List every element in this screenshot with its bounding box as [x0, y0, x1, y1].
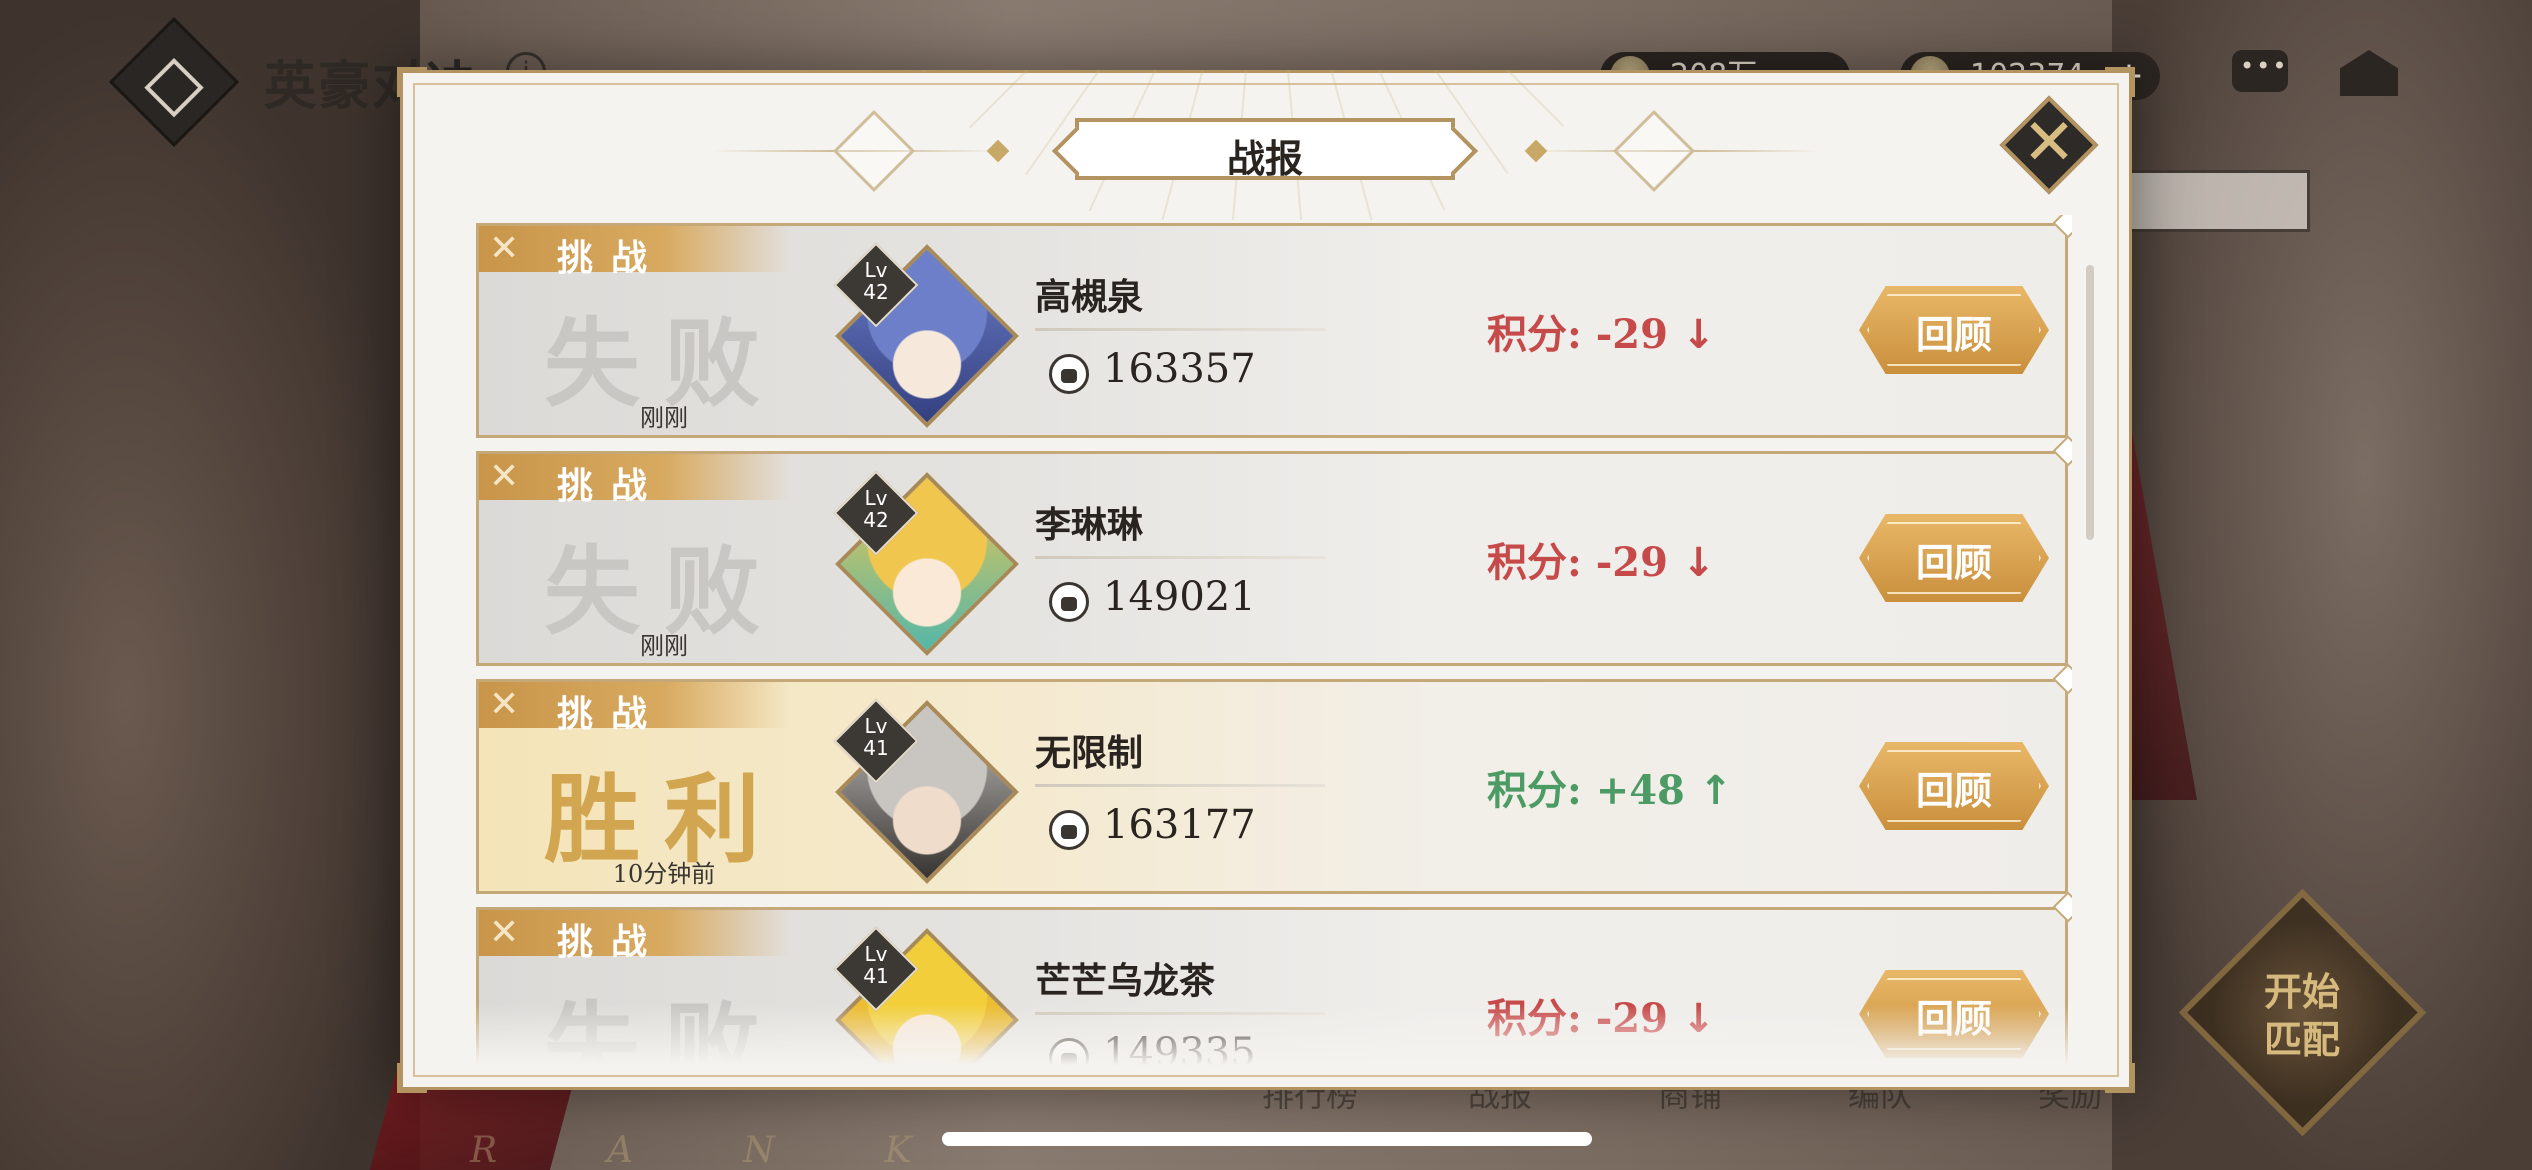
battle-time: 刚刚 [640, 632, 688, 660]
frame-corner [397, 1063, 427, 1093]
review-button[interactable]: 回顾 [1859, 742, 2049, 830]
opponent-power: 149021 [1103, 574, 1256, 620]
modal-title-plate: 战报 [1075, 118, 1455, 181]
review-button[interactable]: 回顾 [1859, 514, 2049, 602]
battle-type-label: 挑战 [557, 921, 666, 963]
opponent-avatar[interactable]: Lv 42 [833, 470, 1019, 656]
battle-type-label: 挑战 [557, 237, 666, 279]
score-arrow-icon: ↓ [1681, 996, 1716, 1042]
battle-row: ✕ 挑战 胜利 10分钟前 Lv 41 无限制 163177 积分: +48 ↑ … [476, 679, 2068, 894]
divider [1035, 784, 1325, 787]
level-text: Lv 41 [863, 714, 889, 760]
opponent-name: 无限制 [1035, 732, 1144, 774]
divider [1035, 1012, 1325, 1015]
battle-row: ✕ 挑战 失败 刚刚 Lv 42 高槻泉 163357 积分: -29 ↓ 回顾 [476, 223, 2068, 438]
opponent-name: 高槻泉 [1035, 276, 1144, 318]
review-button-label: 回顾 [1915, 996, 1992, 1041]
level-text: Lv 42 [863, 258, 889, 304]
battle-row: ✕ 挑战 失败 刚刚 Lv 42 李琳琳 149021 积分: -29 ↓ 回顾 [476, 451, 2068, 666]
header-ray [921, 70, 1268, 73]
battle-type-label: 挑战 [557, 465, 666, 507]
rank-watermark: RANK [470, 1130, 1022, 1170]
background-left [0, 0, 420, 1170]
score-change: 积分: -29 ↓ [1487, 995, 1716, 1042]
divider [1035, 556, 1325, 559]
chat-icon[interactable] [2232, 50, 2288, 92]
opponent-avatar[interactable]: Lv 41 [833, 698, 1019, 884]
opponent-name: 芒芒乌龙茶 [1035, 960, 1216, 1002]
battle-type-tag: ✕ 挑战 [479, 454, 789, 507]
opponent-avatar[interactable]: Lv 41 [833, 926, 1019, 1065]
score-arrow-icon: ↓ [1681, 540, 1716, 586]
score-change: 积分: -29 ↓ [1487, 311, 1716, 358]
score-arrow-icon: ↑ [1698, 768, 1733, 814]
opponent-name: 李琳琳 [1035, 504, 1144, 546]
frame-corner [2105, 1063, 2135, 1093]
score-arrow-icon: ↓ [1681, 312, 1716, 358]
battle-time: 10分钟前 [612, 860, 716, 888]
score-change: 积分: -29 ↓ [1487, 539, 1716, 586]
crossed-swords-icon: ✕ [489, 912, 520, 953]
opponent-avatar[interactable]: Lv 42 [833, 242, 1019, 428]
battle-list[interactable]: ✕ 挑战 失败 刚刚 Lv 42 高槻泉 163357 积分: -29 ↓ 回顾 … [466, 215, 2072, 1065]
crossed-swords-icon: ✕ [489, 684, 520, 725]
header-ray [1266, 70, 1612, 71]
battle-type-label: 挑战 [557, 693, 666, 735]
opponent-power: 149335 [1103, 1030, 1256, 1065]
review-button[interactable]: 回顾 [1859, 286, 2049, 374]
home-indicator[interactable] [942, 1132, 1592, 1146]
level-text: Lv 42 [863, 486, 889, 532]
battle-row: ✕ 挑战 失败 Lv 41 芒芒乌龙茶 149335 积分: -29 ↓ 回顾 [476, 907, 2068, 1065]
battle-time: 刚刚 [640, 404, 688, 432]
level-text: Lv 41 [863, 942, 889, 988]
divider [1035, 328, 1325, 331]
start-match-label: 开始匹配 [2263, 969, 2340, 1062]
opponent-power: 163357 [1103, 346, 1256, 392]
power-icon [1049, 582, 1089, 622]
battle-result: 失败 [544, 991, 784, 1065]
battle-type-tag: ✕ 挑战 [479, 910, 789, 963]
modal-title: 战报 [1226, 136, 1303, 181]
crossed-swords-icon: ✕ [489, 228, 520, 269]
review-button-label: 回顾 [1915, 312, 1992, 357]
scrollbar[interactable] [2086, 265, 2094, 540]
review-button-label: 回顾 [1915, 768, 1992, 813]
review-button[interactable]: 回顾 [1859, 970, 2049, 1058]
power-icon [1049, 810, 1089, 850]
opponent-power: 163177 [1103, 802, 1256, 848]
crossed-swords-icon: ✕ [489, 456, 520, 497]
score-change: 积分: +48 ↑ [1487, 767, 1733, 814]
battle-type-tag: ✕ 挑战 [479, 682, 789, 735]
power-icon [1049, 354, 1089, 394]
power-icon [1049, 1038, 1089, 1065]
review-button-label: 回顾 [1915, 540, 1992, 585]
battle-type-tag: ✕ 挑战 [479, 226, 789, 279]
